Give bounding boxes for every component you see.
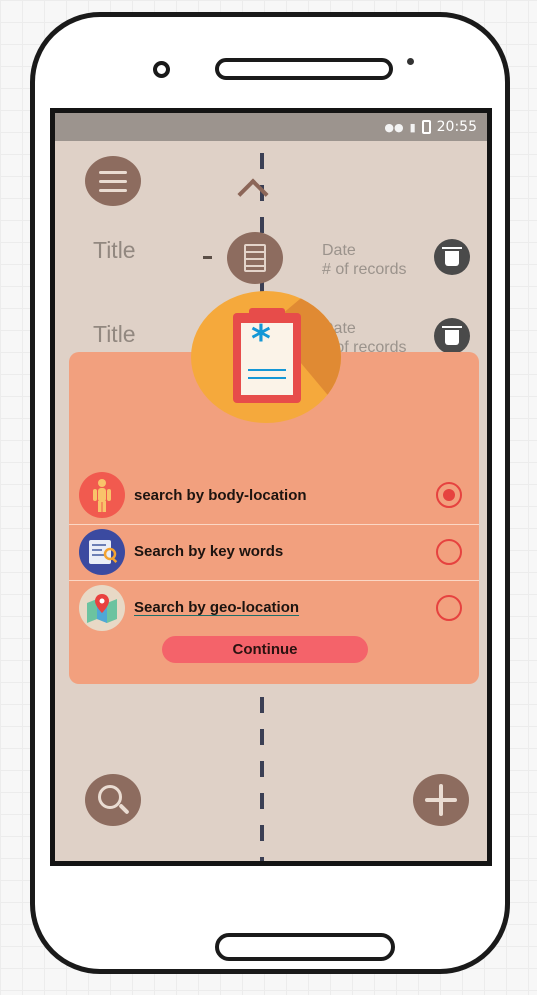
search-fab-button[interactable] (85, 774, 141, 826)
front-camera (153, 61, 170, 78)
record-count: # of records (322, 261, 407, 278)
app-screen: ●● ▮ 20:55 Title Date # of records Title… (50, 108, 492, 866)
record-title[interactable]: Title (93, 237, 136, 264)
keyword-search-icon (79, 528, 125, 575)
radio-key-words[interactable] (436, 538, 462, 565)
signal-icon: ▮ (409, 120, 416, 134)
record-date: Date (322, 242, 356, 259)
wifi-icon: ●● (384, 120, 404, 134)
record-meta: Date # of records (322, 241, 406, 279)
map-pin-icon (79, 584, 125, 631)
row-dash (203, 256, 212, 259)
medical-record-icon: * (191, 291, 341, 423)
add-record-button[interactable] (413, 774, 469, 826)
status-time: 20:55 (436, 119, 477, 135)
option-geo-location[interactable]: Search by geo-location (69, 580, 479, 634)
earpiece-speaker (215, 58, 393, 80)
document-icon[interactable] (227, 232, 283, 284)
menu-button[interactable] (85, 156, 141, 206)
home-button[interactable] (215, 933, 395, 961)
continue-button[interactable]: Continue (162, 636, 368, 663)
option-label: search by body-location (134, 486, 307, 504)
trash-icon[interactable] (434, 318, 470, 354)
body-figure-icon (79, 472, 125, 518)
option-key-words[interactable]: Search by key words (69, 524, 479, 578)
option-label: Search by geo-location (134, 599, 300, 616)
option-body-location[interactable]: search by body-location (69, 468, 479, 522)
radio-body-location[interactable] (436, 482, 462, 508)
status-bar: ●● ▮ 20:55 (55, 113, 487, 141)
radio-geo-location[interactable] (436, 594, 462, 621)
battery-icon (421, 120, 431, 134)
hamburger-icon-bar (99, 170, 127, 174)
trash-icon[interactable] (434, 239, 470, 275)
record-title[interactable]: Title (93, 321, 136, 348)
sensor-dot (407, 58, 414, 65)
hamburger-icon-bar (99, 179, 127, 183)
hamburger-icon-bar (99, 188, 127, 192)
option-label: Search by key words (134, 543, 284, 560)
